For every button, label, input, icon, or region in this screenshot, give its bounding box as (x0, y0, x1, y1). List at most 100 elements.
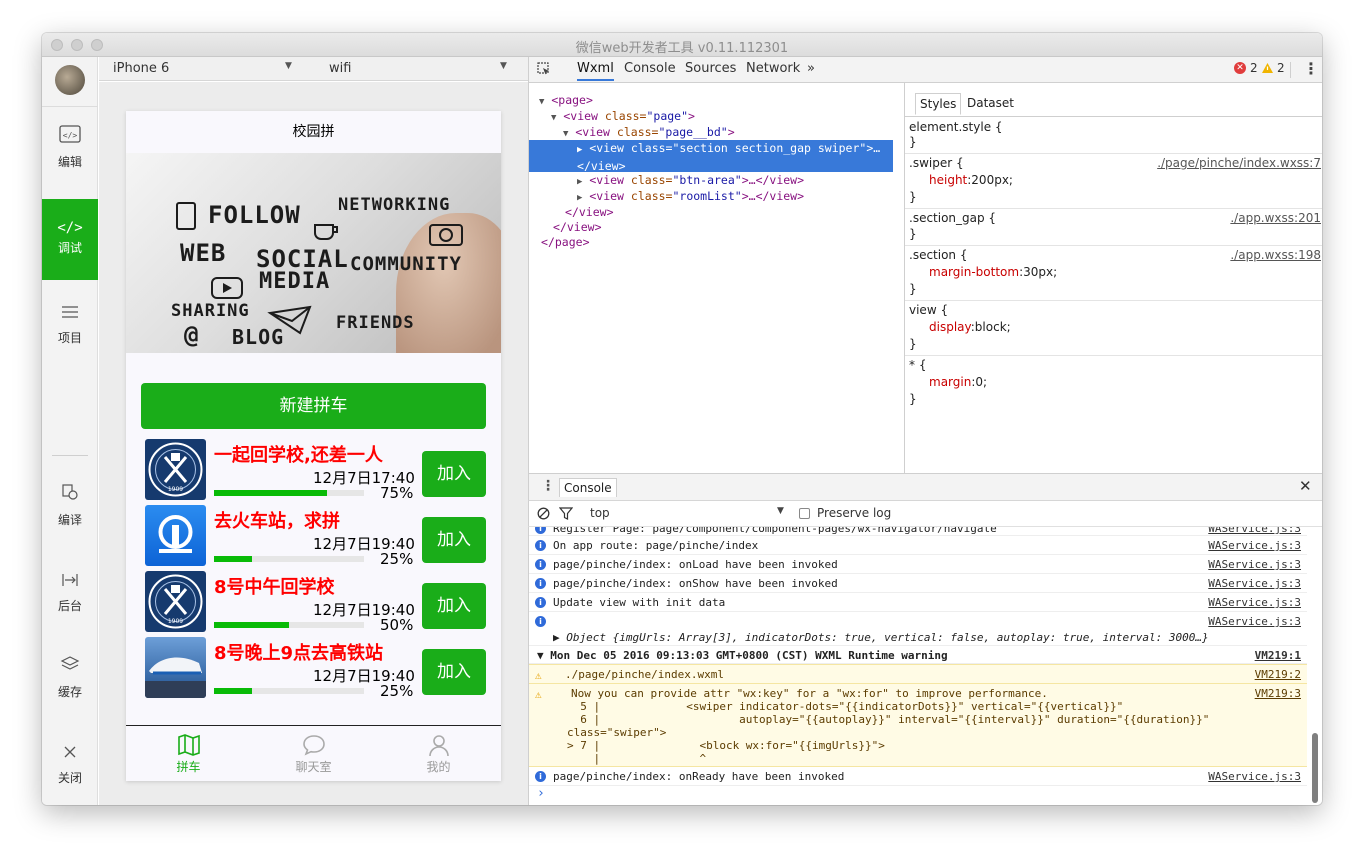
expand-triangle-icon[interactable]: ▶ (577, 145, 582, 155)
tab-label: 聊天室 (295, 760, 332, 774)
sidebar-item-cache[interactable]: 缓存 (42, 653, 98, 723)
tree-node[interactable]: ▼ <view class="page"> (551, 109, 695, 123)
sidebar-item-background[interactable]: 后台 (42, 567, 98, 637)
chevron-down-icon[interactable]: ▼ (285, 61, 292, 71)
clear-console-icon[interactable] (537, 507, 550, 520)
expand-triangle-icon[interactable]: ▶ (577, 193, 582, 203)
node-suffix: >…</view> (741, 189, 805, 203)
info-icon: i (535, 540, 546, 551)
tab-dataset[interactable]: Dataset (963, 93, 1018, 113)
tab-network[interactable]: Network (746, 61, 800, 76)
preserve-log-checkbox[interactable] (799, 508, 810, 519)
join-button[interactable]: 加入 (422, 451, 486, 497)
sidebar-item-edit[interactable]: </> 编辑 (42, 123, 98, 193)
avatar[interactable] (55, 65, 85, 95)
join-button[interactable]: 加入 (422, 517, 486, 563)
sidebar-item-compile[interactable]: 编译 (42, 481, 98, 551)
style-rule[interactable]: .swiper { ./page/pinche/index.wxss:7 hei… (905, 154, 1322, 209)
error-count[interactable]: 2 (1250, 61, 1258, 75)
expand-triangle-icon[interactable]: ▶ (577, 177, 582, 187)
tree-node[interactable]: ▶ <view class="btn-area">…</view> (577, 173, 804, 187)
console-prompt[interactable]: › (537, 786, 545, 801)
decl-property: margin (929, 375, 972, 389)
tree-node[interactable]: </page> (541, 235, 590, 249)
rule-decl[interactable]: display:block; (929, 320, 1011, 334)
sidebar-item-label: 项目 (57, 331, 82, 345)
info-icon: i (535, 578, 546, 589)
console-source-link[interactable]: WAService.js:3 (1208, 770, 1301, 783)
sidebar-item-label: 关闭 (57, 771, 82, 785)
tree-node[interactable]: ▼ <view class="page__bd"> (563, 125, 735, 139)
progress-bar (214, 622, 364, 628)
style-rule[interactable]: view { display:block; } (905, 301, 1322, 356)
style-rule[interactable]: element.style { } (905, 118, 1322, 154)
console-group-header[interactable]: ▼ Mon Dec 05 2016 09:13:03 GMT+0800 (CST… (529, 646, 1307, 664)
console-source-link[interactable]: WAService.js:3 (1208, 527, 1301, 535)
tab-sources[interactable]: Sources (685, 61, 736, 76)
sidebar-item-project[interactable]: 项目 (42, 293, 98, 363)
sidebar-item-close[interactable]: 关闭 (42, 739, 98, 805)
console-source-link[interactable]: VM219:1 (1255, 649, 1301, 662)
node-attr: class= (630, 141, 673, 155)
rule-source-link[interactable]: ./page/pinche/index.wxss:7 (1157, 156, 1321, 170)
tab-wxml[interactable]: Wxml (577, 61, 614, 81)
console-scrollbar[interactable] (1312, 733, 1318, 803)
sidebar-divider (52, 455, 88, 456)
style-rule[interactable]: .section_gap { ./app.wxss:201 } (905, 209, 1322, 246)
tree-node[interactable]: </view> (565, 205, 614, 219)
console-source-link[interactable]: VM219:2 (1255, 668, 1301, 681)
warning-count[interactable]: 2 (1277, 61, 1285, 75)
map-icon (177, 734, 200, 756)
expand-triangle-icon[interactable]: ▼ (551, 113, 556, 123)
railway-logo-image (145, 505, 206, 566)
user-icon (428, 735, 449, 757)
tab-mine[interactable]: 我的 (376, 726, 501, 781)
tree-node[interactable]: </view> (553, 220, 602, 234)
style-rule[interactable]: * { margin:0; } (905, 356, 1322, 411)
tree-node[interactable]: ▼ <page> (539, 93, 593, 107)
join-button[interactable]: 加入 (422, 583, 486, 629)
code-line: | ^ (567, 752, 707, 765)
expand-triangle-icon[interactable]: ▼ (563, 129, 568, 139)
kebab-menu-icon[interactable]: ⋮ (1303, 59, 1319, 78)
chevron-down-icon[interactable]: ▼ (777, 506, 784, 516)
tab-console-drawer[interactable]: Console (559, 478, 617, 497)
close-drawer-icon[interactable]: ✕ (1299, 477, 1312, 495)
console-source-link[interactable]: WAService.js:3 (1208, 577, 1301, 590)
tree-node[interactable]: ▶ <view class="roomList">…</view> (577, 189, 804, 203)
new-carpool-button[interactable]: 新建拼车 (141, 383, 486, 429)
more-tabs-icon[interactable]: » (807, 61, 815, 76)
rule-decl[interactable]: height:200px; (929, 173, 1013, 187)
console-source-link[interactable]: WAService.js:3 (1208, 558, 1301, 571)
tab-carpool[interactable]: 拼车 (126, 726, 251, 781)
expand-triangle-icon[interactable]: ▼ (539, 97, 544, 107)
console-source-link[interactable]: WAService.js:3 (1208, 539, 1301, 552)
console-source-link[interactable]: VM219:3 (1255, 687, 1301, 700)
tab-console[interactable]: Console (624, 61, 676, 76)
info-icon: i (535, 559, 546, 570)
chevron-down-icon[interactable]: ▼ (500, 61, 507, 71)
join-button[interactable]: 加入 (422, 649, 486, 695)
rule-source-link[interactable]: ./app.wxss:198 (1230, 248, 1321, 262)
network-select[interactable]: wifi (329, 61, 351, 76)
device-select[interactable]: iPhone 6 (113, 61, 169, 76)
console-object[interactable]: ▶ Object {imgUrls: Array[3], indicatorDo… (553, 631, 1209, 644)
filter-icon[interactable] (559, 507, 573, 520)
rule-decl[interactable]: margin-bottom:30px; (929, 265, 1057, 279)
rule-source-link[interactable]: ./app.wxss:201 (1230, 211, 1321, 225)
tab-styles[interactable]: Styles (915, 93, 962, 115)
drawer-menu-icon[interactable]: ⋮ (541, 478, 555, 494)
tab-chatroom[interactable]: 聊天室 (251, 726, 376, 781)
inspect-icon[interactable] (537, 62, 551, 76)
sidebar-item-debug[interactable]: </> 调试 (42, 199, 98, 280)
console-source-link[interactable]: WAService.js:3 (1208, 615, 1301, 628)
style-rule[interactable]: .section { ./app.wxss:198 margin-bottom:… (905, 246, 1322, 301)
banner-swiper[interactable]: FOLLOW NETWORKING WEB SOCIAL MEDIA COMMU… (126, 153, 501, 353)
rule-decl[interactable]: margin:0; (929, 375, 987, 389)
tree-node-selected[interactable]: ▶ <view class="section section_gap swipe… (529, 140, 893, 173)
console-source-link[interactable]: WAService.js:3 (1208, 596, 1301, 609)
node-tag: page (558, 93, 586, 107)
context-select[interactable]: top (590, 506, 610, 520)
wxml-tree: ▼ <page> ▼ <view class="page"> ▼ <view c… (528, 83, 904, 473)
console-message: Now you can provide attr "wx:key" for a … (571, 687, 1048, 700)
